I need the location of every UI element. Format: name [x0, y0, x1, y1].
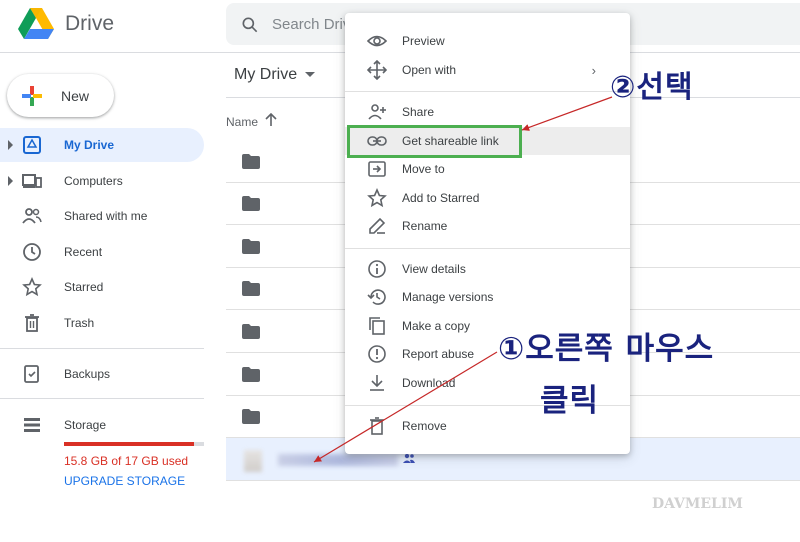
annotation-step2-select: ②선택 — [610, 70, 694, 105]
menu-item-label: Rename — [402, 219, 448, 233]
menu-item-label: Move to — [402, 162, 445, 176]
backup-icon — [24, 365, 39, 383]
menu-item-share[interactable]: Share — [345, 98, 630, 126]
sidebar-item-computers[interactable]: Computers — [0, 164, 204, 198]
menu-divider — [345, 91, 630, 92]
plus-icon — [22, 86, 42, 106]
star-outline-icon — [367, 188, 387, 208]
history-icon — [367, 289, 386, 305]
sort-ascending-icon[interactable] — [264, 113, 278, 127]
move-icon — [367, 60, 387, 80]
chevron-right-icon: › — [591, 63, 596, 78]
menu-item-view-details[interactable]: View details — [345, 255, 630, 283]
clock-icon — [23, 243, 41, 261]
sidebar-item-label: Recent — [64, 245, 103, 259]
sidebar-item-label: Trash — [64, 316, 95, 330]
sidebar-divider — [0, 348, 204, 349]
folder-icon — [242, 239, 260, 254]
breadcrumb-my-drive[interactable]: My Drive — [234, 66, 297, 84]
expand-caret-icon[interactable] — [8, 176, 13, 186]
watermark: DAVMELIM — [652, 496, 743, 512]
breadcrumb-dropdown-icon[interactable] — [305, 72, 315, 77]
sidebar-item-backups[interactable]: Backups — [0, 357, 204, 391]
sidebar-item-recent[interactable]: Recent — [0, 235, 204, 269]
storage-icon — [24, 418, 40, 432]
my-drive-icon — [23, 136, 41, 154]
sidebar-item-storage[interactable]: Storage — [0, 408, 204, 442]
menu-item-add-to-starred[interactable]: Add to Starred — [345, 184, 630, 212]
file-name-blurred — [278, 454, 398, 466]
folder-icon — [242, 324, 260, 339]
file-thumbnail — [244, 450, 262, 472]
menu-item-label: Add to Starred — [402, 191, 480, 205]
add-person-icon — [368, 104, 386, 120]
new-button-label: New — [61, 88, 90, 104]
menu-item-move-to[interactable]: Move to — [345, 155, 630, 183]
folder-icon — [242, 367, 260, 382]
sidebar-divider — [0, 398, 204, 399]
sidebar-item-label: Backups — [64, 367, 111, 381]
sidebar-item-label: Shared with me — [64, 209, 148, 223]
sidebar-item-trash[interactable]: Trash — [0, 306, 204, 340]
people-icon — [22, 208, 42, 224]
menu-item-rename[interactable]: Rename — [345, 212, 630, 240]
alert-icon — [368, 345, 386, 363]
star-icon — [22, 277, 42, 297]
computer-icon — [22, 174, 42, 188]
shared-icon — [403, 453, 415, 463]
info-icon — [368, 260, 386, 278]
pencil-icon — [369, 217, 386, 234]
new-button[interactable]: New — [7, 74, 114, 117]
trash-icon — [25, 314, 39, 332]
folder-icon — [242, 281, 260, 296]
menu-item-label: Download — [402, 376, 456, 390]
annotation-step1-right-click: ①오른쪽 마우스 — [498, 331, 715, 367]
folder-icon — [242, 154, 260, 169]
column-header-name[interactable]: Name — [226, 115, 258, 129]
app-title[interactable]: Drive — [65, 12, 114, 36]
search-icon[interactable] — [240, 15, 260, 35]
annotation-step1-click: 클릭 — [540, 383, 600, 419]
storage-used-text: 15.8 GB of 17 GB used — [64, 454, 189, 468]
copy-icon — [369, 317, 385, 335]
highlight-box-get-shareable-link — [347, 125, 522, 158]
storage-progress-bar — [64, 442, 204, 446]
sidebar-item-my-drive[interactable]: My Drive — [0, 128, 204, 162]
menu-item-preview[interactable]: Preview — [345, 27, 630, 55]
menu-item-label: Open with — [402, 63, 457, 77]
menu-item-label: Remove — [402, 419, 447, 433]
download-icon — [370, 375, 384, 391]
expand-caret-icon[interactable] — [8, 140, 13, 150]
menu-item-manage-versions[interactable]: Manage versions — [345, 283, 630, 311]
drive-logo-icon[interactable] — [18, 7, 54, 41]
menu-item-label: Report abuse — [402, 347, 475, 361]
folder-icon — [242, 196, 260, 211]
sidebar-item-label: My Drive — [64, 138, 115, 152]
storage-progress-fill — [64, 442, 195, 446]
eye-icon — [367, 35, 387, 47]
menu-item-label: Manage versions — [402, 290, 494, 304]
sidebar-item-starred[interactable]: Starred — [0, 270, 204, 304]
menu-item-label: View details — [402, 262, 466, 276]
menu-item-label: Share — [402, 105, 435, 119]
menu-item-label: Preview — [402, 34, 445, 48]
menu-item-open-with[interactable]: Open with › — [345, 56, 630, 84]
sidebar-item-label: Computers — [64, 174, 123, 188]
sidebar-item-shared-with-me[interactable]: Shared with me — [0, 199, 204, 233]
move-to-icon — [368, 161, 386, 177]
folder-icon — [242, 409, 260, 424]
menu-divider — [345, 248, 630, 249]
sidebar-item-label: Starred — [64, 280, 104, 294]
upgrade-storage-link[interactable]: UPGRADE STORAGE — [64, 474, 185, 488]
sidebar-item-label: Storage — [64, 418, 107, 432]
trash-icon — [370, 417, 384, 435]
menu-item-label: Make a copy — [402, 319, 471, 333]
